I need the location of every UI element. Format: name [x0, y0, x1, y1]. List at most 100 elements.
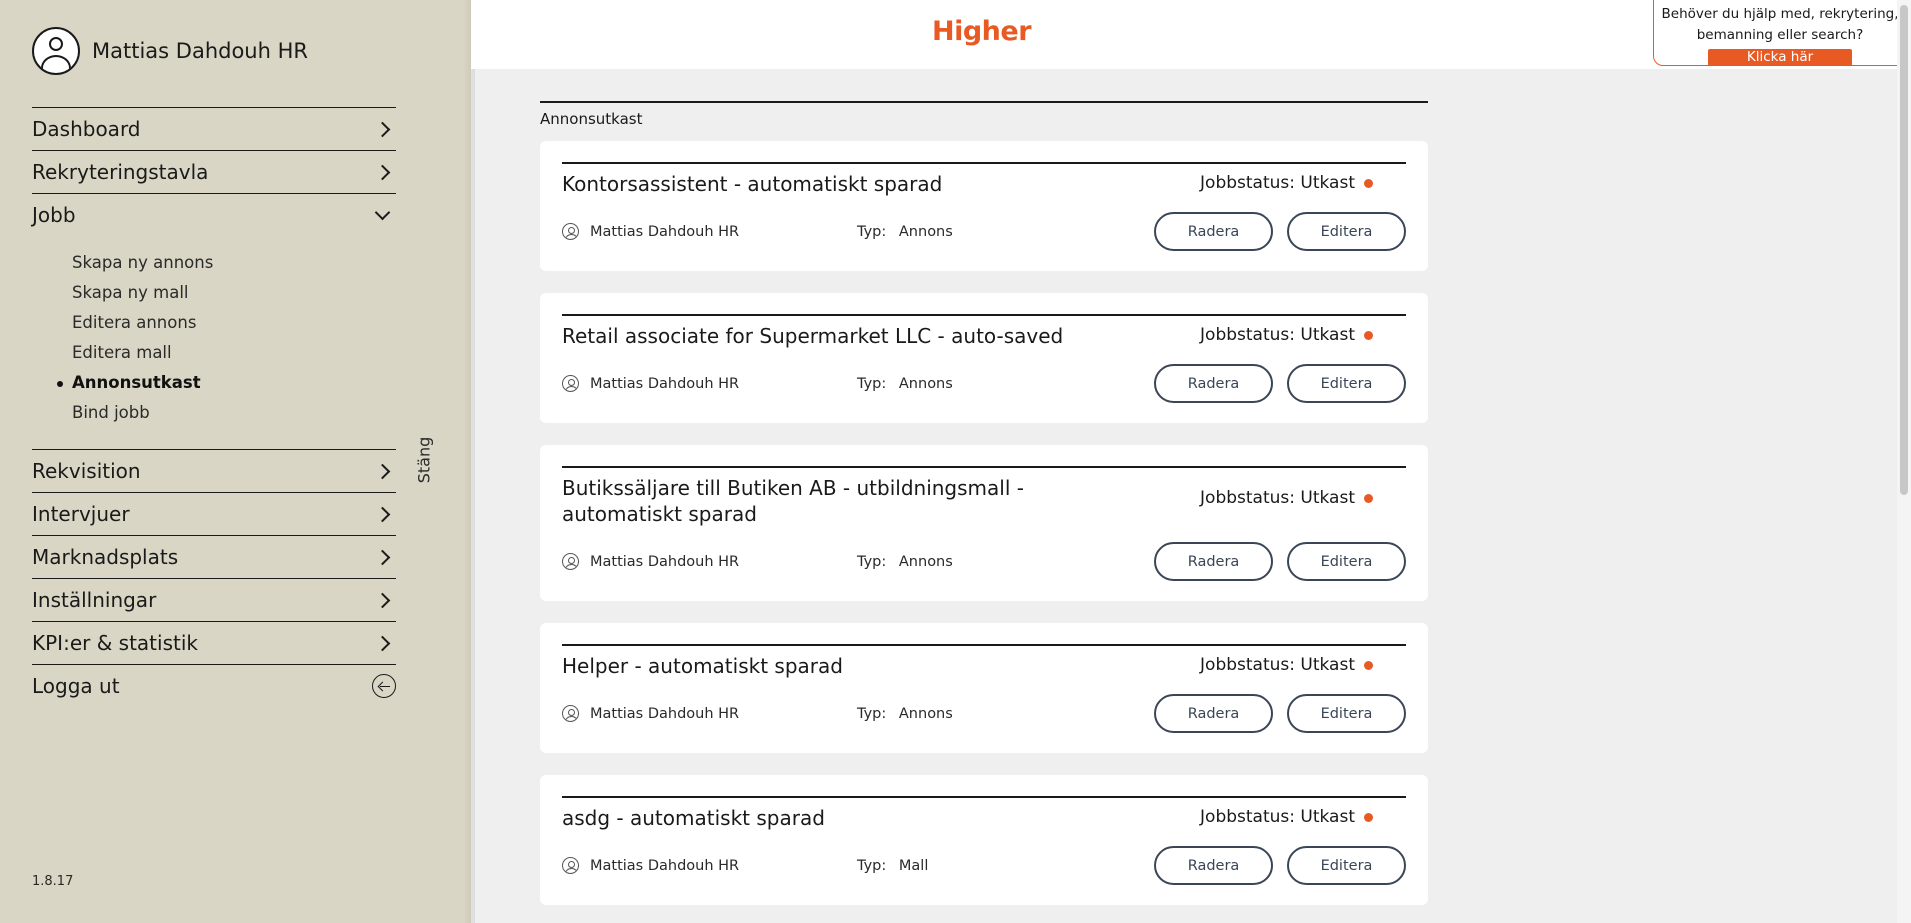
- type-value: Annons: [898, 223, 953, 240]
- scrollbar-thumb[interactable]: [1900, 5, 1908, 495]
- chevron-right-icon: [374, 635, 391, 651]
- person-icon: [562, 553, 579, 570]
- delete-button[interactable]: Radera: [1154, 542, 1273, 581]
- nav-item-label: KPI:er & statistik: [32, 631, 198, 655]
- nav-item-intervjuer[interactable]: Intervjuer: [32, 492, 396, 535]
- type-label: Typ:: [857, 705, 887, 722]
- job-status-label: Jobbstatus: Utkast: [1200, 325, 1355, 345]
- jobb-subnav: Skapa ny annons Skapa ny mall Editera an…: [32, 236, 396, 442]
- job-status-label: Jobbstatus: Utkast: [1200, 807, 1355, 827]
- draft-type: Typ: Mall: [857, 858, 1140, 874]
- type-value: Annons: [898, 705, 953, 722]
- draft-owner: Mattias Dahdouh HR: [562, 553, 857, 570]
- chevron-right-icon: [374, 506, 391, 522]
- draft-title: Helper - automatiskt sparad: [562, 654, 843, 678]
- person-icon: [562, 223, 579, 240]
- job-status-label: Jobbstatus: Utkast: [1200, 655, 1355, 675]
- nav-item-label: Dashboard: [32, 117, 141, 141]
- edit-button[interactable]: Editera: [1287, 212, 1406, 251]
- draft-type: Typ: Annons: [857, 376, 1140, 392]
- type-label: Typ:: [857, 857, 887, 874]
- job-status: Jobbstatus: Utkast: [1200, 655, 1373, 675]
- draft-card: Kontorsassistent - automatiskt sparad Jo…: [540, 141, 1428, 271]
- type-value: Annons: [898, 375, 953, 392]
- page-scrollbar[interactable]: [1897, 0, 1911, 923]
- status-dot-icon: [1364, 493, 1373, 503]
- person-icon: [562, 705, 579, 722]
- delete-button[interactable]: Radera: [1154, 846, 1273, 885]
- main-nav: Dashboard Rekryteringstavla Jobb Skapa n…: [32, 107, 396, 442]
- type-label: Typ:: [857, 553, 887, 570]
- nav-item-marknadsplats[interactable]: Marknadsplats: [32, 535, 396, 578]
- chevron-right-icon: [374, 121, 391, 137]
- secondary-nav: Rekvisition Intervjuer Marknadsplats Ins…: [32, 449, 396, 707]
- delete-button[interactable]: Radera: [1154, 212, 1273, 251]
- subnav-item-editera-mall[interactable]: Editera mall: [72, 338, 396, 368]
- nav-item-label: Rekvisition: [32, 459, 141, 483]
- close-sidebar-toggle[interactable]: Stäng: [415, 437, 434, 484]
- nav-item-jobb[interactable]: Jobb: [32, 193, 396, 236]
- nav-item-rekvisition[interactable]: Rekvisition: [32, 449, 396, 492]
- draft-owner: Mattias Dahdouh HR: [562, 223, 857, 240]
- status-dot-icon: [1364, 330, 1373, 340]
- status-dot-icon: [1364, 178, 1373, 188]
- nav-item-label: Marknadsplats: [32, 545, 179, 569]
- job-status: Jobbstatus: Utkast: [1200, 488, 1373, 508]
- type-label: Typ:: [857, 223, 887, 240]
- draft-card: Butikssäljare till Butiken AB - utbildni…: [540, 445, 1428, 601]
- job-status-label: Jobbstatus: Utkast: [1200, 173, 1355, 193]
- subnav-item-bind-jobb[interactable]: Bind jobb: [72, 398, 396, 428]
- draft-card: Helper - automatiskt sparad Jobbstatus: …: [540, 623, 1428, 753]
- nav-item-installningar[interactable]: Inställningar: [32, 578, 396, 621]
- subnav-item-skapa-ny-annons[interactable]: Skapa ny annons: [72, 248, 396, 278]
- edit-button[interactable]: Editera: [1287, 542, 1406, 581]
- owner-name: Mattias Dahdouh HR: [590, 553, 740, 570]
- draft-title: Butikssäljare till Butiken AB - utbildni…: [562, 476, 1024, 526]
- delete-button[interactable]: Radera: [1154, 694, 1273, 733]
- edit-button[interactable]: Editera: [1287, 694, 1406, 733]
- draft-card: Retail associate for Supermarket LLC - a…: [540, 293, 1428, 423]
- nav-item-rekryteringstavla[interactable]: Rekryteringstavla: [32, 150, 396, 193]
- job-status-label: Jobbstatus: Utkast: [1200, 488, 1355, 508]
- edit-button[interactable]: Editera: [1287, 364, 1406, 403]
- delete-button[interactable]: Radera: [1154, 364, 1273, 403]
- page-title: Annonsutkast: [540, 110, 643, 128]
- logout-button[interactable]: Logga ut: [32, 664, 396, 707]
- draft-title: Retail associate for Supermarket LLC - a…: [562, 324, 1064, 348]
- job-status: Jobbstatus: Utkast: [1200, 807, 1373, 827]
- user-avatar-icon: [32, 27, 80, 75]
- chevron-right-icon: [374, 592, 391, 608]
- section-divider: [540, 101, 1428, 103]
- draft-card: asdg - automatiskt sparad Jobbstatus: Ut…: [540, 775, 1428, 905]
- subnav-item-annonsutkast[interactable]: Annonsutkast: [57, 368, 396, 398]
- draft-type: Typ: Annons: [857, 706, 1140, 722]
- nav-item-label: Rekryteringstavla: [32, 160, 209, 184]
- nav-item-kpi-statistik[interactable]: KPI:er & statistik: [32, 621, 396, 664]
- chevron-down-icon: [374, 204, 391, 220]
- draft-title: Kontorsassistent - automatiskt sparad: [562, 172, 943, 196]
- sidebar: Mattias Dahdouh HR Dashboard Rekrytering…: [0, 0, 471, 923]
- person-icon: [562, 857, 579, 874]
- subnav-item-skapa-ny-mall[interactable]: Skapa ny mall: [72, 278, 396, 308]
- app-version: 1.8.17: [32, 874, 74, 889]
- help-button[interactable]: Klicka här: [1708, 49, 1852, 66]
- user-name: Mattias Dahdouh HR: [92, 39, 308, 63]
- owner-name: Mattias Dahdouh HR: [590, 705, 740, 722]
- subnav-item-editera-annons[interactable]: Editera annons: [72, 308, 396, 338]
- draft-title: asdg - automatiskt sparad: [562, 806, 825, 830]
- job-status: Jobbstatus: Utkast: [1200, 173, 1373, 193]
- owner-name: Mattias Dahdouh HR: [590, 375, 740, 392]
- status-dot-icon: [1364, 660, 1373, 670]
- owner-name: Mattias Dahdouh HR: [590, 857, 740, 874]
- chevron-right-icon: [374, 549, 391, 565]
- main-content: Annonsutkast Kontorsassistent - automati…: [540, 101, 1428, 905]
- user-profile[interactable]: Mattias Dahdouh HR: [32, 27, 308, 75]
- chevron-right-icon: [374, 164, 391, 180]
- higher-logo[interactable]: Higher: [471, 16, 1492, 47]
- draft-type: Typ: Annons: [857, 224, 1140, 240]
- help-text-line2: bemanning eller search?: [1696, 27, 1864, 43]
- draft-owner: Mattias Dahdouh HR: [562, 857, 857, 874]
- logout-label: Logga ut: [32, 674, 120, 698]
- edit-button[interactable]: Editera: [1287, 846, 1406, 885]
- nav-item-dashboard[interactable]: Dashboard: [32, 107, 396, 150]
